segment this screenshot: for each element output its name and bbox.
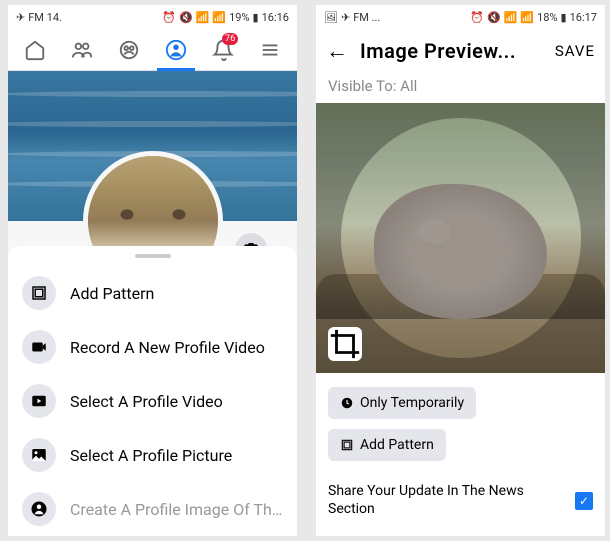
send-icon: ✈ xyxy=(341,11,350,24)
sheet-select-picture[interactable]: Select A Profile Picture xyxy=(8,428,297,482)
only-temporarily-button[interactable]: Only Temporarily xyxy=(328,387,476,419)
share-label: Share Your Update In The News Section xyxy=(328,483,558,518)
phone-left: ✈ FM 14. ⏰ 🔇 📶 📶 19% ▮ 16:16 76 xyxy=(8,5,297,536)
alarm-icon: ⏰ xyxy=(470,11,484,24)
back-arrow-icon[interactable]: ← xyxy=(326,38,348,64)
tab-profile[interactable] xyxy=(152,29,199,70)
header: ← Image Preview... SAVE xyxy=(316,29,605,73)
wifi-icon: 📶 xyxy=(196,11,210,24)
sheet-label: Record A New Profile Video xyxy=(70,338,265,357)
add-pattern-button[interactable]: Add Pattern xyxy=(328,429,446,461)
mute-icon: 🔇 xyxy=(179,11,193,24)
picture-icon xyxy=(22,438,56,472)
battery-icon: ▮ xyxy=(253,11,259,24)
video-record-icon xyxy=(22,330,56,364)
time-label: 16:16 xyxy=(262,11,289,24)
carrier-label: FM ... xyxy=(353,11,380,24)
image-preview[interactable] xyxy=(316,103,605,373)
page-title: Image Preview... xyxy=(360,39,543,63)
tab-groups[interactable] xyxy=(106,29,153,70)
share-checkbox[interactable]: ✓ xyxy=(575,492,593,510)
battery-label: 18% xyxy=(537,11,557,24)
video-icon xyxy=(22,384,56,418)
frame-icon xyxy=(340,438,354,452)
battery-label: 19% xyxy=(229,11,249,24)
tab-home[interactable] xyxy=(12,29,59,70)
sheet-add-pattern[interactable]: Add Pattern xyxy=(8,266,297,320)
notif-badge: 76 xyxy=(222,33,238,45)
button-label: Only Temporarily xyxy=(360,395,464,411)
sheet-label: Select A Profile Video xyxy=(70,392,223,411)
button-label: Add Pattern xyxy=(360,437,434,453)
battery-icon: ▮ xyxy=(561,11,567,24)
sheet-record-video[interactable]: Record A New Profile Video xyxy=(8,320,297,374)
nav-tabs: 76 xyxy=(8,29,297,71)
sheet-label: Select A Profile Picture xyxy=(70,446,232,465)
share-row: Share Your Update In The News Section ✓ xyxy=(316,477,605,524)
frame-icon xyxy=(22,276,56,310)
sheet-label: Create A Profile Image Of The A... xyxy=(70,500,283,519)
save-button[interactable]: SAVE xyxy=(555,42,595,60)
avatar-icon xyxy=(22,492,56,526)
crop-button[interactable] xyxy=(328,327,362,361)
image-icon: 🖼 xyxy=(324,11,338,24)
bottom-sheet: Add Pattern Record A New Profile Video S… xyxy=(8,246,297,536)
status-bar: ✈ FM 14. ⏰ 🔇 📶 📶 19% ▮ 16:16 xyxy=(8,5,297,29)
phone-right: 🖼 ✈ FM ... ⏰ 🔇 📶 📶 18% ▮ 16:17 ← Image P… xyxy=(316,5,605,536)
status-bar: 🖼 ✈ FM ... ⏰ 🔇 📶 📶 18% ▮ 16:17 xyxy=(316,5,605,29)
clock-icon xyxy=(340,396,354,410)
send-icon: ✈ xyxy=(16,11,25,24)
carrier-label: FM 14. xyxy=(28,11,62,24)
wifi-icon: 📶 xyxy=(504,11,518,24)
sheet-handle[interactable] xyxy=(135,254,171,258)
cover-area xyxy=(8,71,297,271)
tab-menu[interactable] xyxy=(246,29,293,70)
visibility-row[interactable]: Visible To: All xyxy=(316,73,605,103)
mute-icon: 🔇 xyxy=(487,11,501,24)
time-label: 16:17 xyxy=(570,11,597,24)
signal-icon: 📶 xyxy=(212,11,226,24)
sheet-select-video[interactable]: Select A Profile Video xyxy=(8,374,297,428)
sheet-label: Add Pattern xyxy=(70,284,154,303)
tab-notifications[interactable]: 76 xyxy=(199,29,246,70)
tab-friends[interactable] xyxy=(59,29,106,70)
crop-circle xyxy=(341,118,581,358)
sheet-create-avatar[interactable]: Create A Profile Image Of The A... xyxy=(8,482,297,536)
alarm-icon: ⏰ xyxy=(162,11,176,24)
signal-icon: 📶 xyxy=(520,11,534,24)
